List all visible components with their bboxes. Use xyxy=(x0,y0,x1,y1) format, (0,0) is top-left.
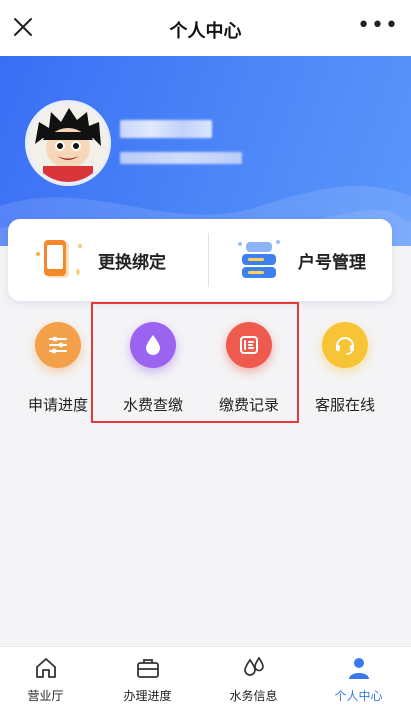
tab-water-info-label: 水务信息 xyxy=(229,689,278,703)
more-icon[interactable]: ••• xyxy=(357,15,399,37)
customer-service-label: 客服在线 xyxy=(314,396,375,414)
tab-progress[interactable]: 办理进度 xyxy=(96,655,199,704)
tab-personal-center-label: 个人中心 xyxy=(334,689,383,703)
phone-icon xyxy=(36,240,82,278)
briefcase-icon xyxy=(136,659,159,678)
tab-water-info[interactable]: 水务信息 xyxy=(202,655,305,704)
page-title: 个人中心 xyxy=(169,21,242,42)
headset-icon xyxy=(322,322,368,368)
card-divider xyxy=(208,233,209,287)
user-phone-blurred xyxy=(120,152,242,164)
tab-personal-center[interactable]: 个人中心 xyxy=(307,655,410,704)
highlight-box xyxy=(91,302,299,423)
user-name-blurred xyxy=(120,120,212,138)
change-binding-button[interactable]: 更换绑定 xyxy=(30,219,166,301)
account-stack-icon xyxy=(238,240,280,278)
profile-header xyxy=(0,56,411,246)
tab-progress-label: 办理进度 xyxy=(123,689,172,703)
account-management-label: 户号管理 xyxy=(298,252,366,273)
account-management-button[interactable]: 户号管理 xyxy=(230,219,366,301)
sliders-icon xyxy=(35,322,81,368)
bottom-tab-bar: 营业厅 办理进度 水务信息 个人中心 xyxy=(0,646,411,712)
customer-service-button[interactable]: 客服在线 xyxy=(295,322,395,415)
avatar[interactable] xyxy=(25,100,111,186)
top-bar: 个人中心 ••• xyxy=(0,0,411,56)
tab-business-hall[interactable]: 营业厅 xyxy=(0,655,97,704)
home-icon xyxy=(35,658,56,678)
account-card: 更换绑定 户号管理 xyxy=(8,219,392,301)
drops-icon xyxy=(243,656,264,676)
change-binding-label: 更换绑定 xyxy=(98,252,166,273)
tab-business-hall-label: 营业厅 xyxy=(27,689,64,703)
user-icon xyxy=(348,658,369,679)
